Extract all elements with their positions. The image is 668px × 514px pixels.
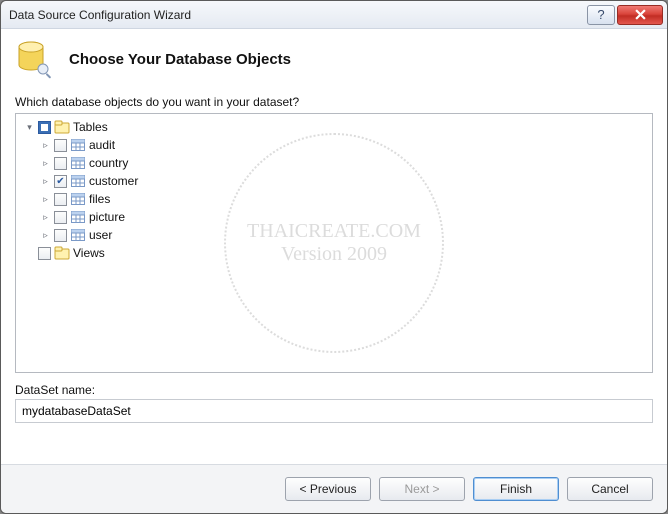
cancel-button[interactable]: Cancel — [567, 477, 653, 501]
tree-node-views[interactable]: ▹ Views — [22, 244, 646, 262]
checkbox[interactable]: ✔ — [54, 175, 67, 188]
prompt-text: Which database objects do you want in yo… — [15, 95, 653, 109]
checkbox-views[interactable] — [38, 247, 51, 260]
tree-node-table[interactable]: ▹ picture — [38, 208, 646, 226]
checkbox-tables[interactable] — [38, 121, 51, 134]
table-icon — [70, 227, 86, 243]
tree-node-table[interactable]: ▹ user — [38, 226, 646, 244]
tree-node-table[interactable]: ▹ audit — [38, 136, 646, 154]
expand-icon[interactable]: ▹ — [40, 158, 51, 169]
table-label: files — [89, 192, 110, 206]
expand-icon[interactable]: ▹ — [40, 230, 51, 241]
wizard-header: Choose Your Database Objects — [1, 29, 667, 93]
tree-node-tables[interactable]: ▾ Tables — [22, 118, 646, 136]
views-label: Views — [73, 246, 105, 260]
tables-label: Tables — [73, 120, 108, 134]
tree-node-table[interactable]: ▹ files — [38, 190, 646, 208]
help-button[interactable]: ? — [587, 5, 615, 25]
expand-icon[interactable]: ▹ — [40, 176, 51, 187]
close-icon — [635, 9, 646, 20]
table-icon — [70, 209, 86, 225]
table-icon — [70, 173, 86, 189]
checkbox[interactable] — [54, 139, 67, 152]
table-label: user — [89, 228, 112, 242]
table-label: country — [89, 156, 128, 170]
finish-button[interactable]: Finish — [473, 477, 559, 501]
database-icon — [15, 39, 55, 79]
object-tree[interactable]: THAICREATE.COM Version 2009 ▾ Tables — [15, 113, 653, 373]
table-label: customer — [89, 174, 138, 188]
checkbox[interactable] — [54, 193, 67, 206]
expand-icon[interactable]: ▹ — [40, 194, 51, 205]
table-icon — [70, 155, 86, 171]
tree-node-table[interactable]: ▹ ✔ customer — [38, 172, 646, 190]
window-title: Data Source Configuration Wizard — [9, 8, 585, 22]
close-button[interactable] — [617, 5, 663, 25]
dataset-name-label: DataSet name: — [15, 383, 653, 397]
table-label: audit — [89, 138, 115, 152]
tree-node-table[interactable]: ▹ country — [38, 154, 646, 172]
table-icon — [70, 137, 86, 153]
table-label: picture — [89, 210, 125, 224]
previous-button[interactable]: < Previous — [285, 477, 371, 501]
wizard-footer: < Previous Next > Finish Cancel — [1, 464, 667, 513]
wizard-body: Which database objects do you want in yo… — [1, 93, 667, 464]
checkbox[interactable] — [54, 229, 67, 242]
collapse-icon[interactable]: ▾ — [24, 122, 35, 133]
table-icon — [70, 191, 86, 207]
dataset-name-input[interactable] — [15, 399, 653, 423]
wizard-window: Data Source Configuration Wizard ? Choos… — [0, 0, 668, 514]
expand-icon[interactable]: ▹ — [40, 212, 51, 223]
page-heading: Choose Your Database Objects — [69, 51, 291, 68]
next-button: Next > — [379, 477, 465, 501]
folder-icon — [54, 245, 70, 261]
titlebar: Data Source Configuration Wizard ? — [1, 1, 667, 29]
checkbox[interactable] — [54, 157, 67, 170]
expand-icon[interactable]: ▹ — [40, 140, 51, 151]
folder-icon — [54, 119, 70, 135]
checkbox[interactable] — [54, 211, 67, 224]
